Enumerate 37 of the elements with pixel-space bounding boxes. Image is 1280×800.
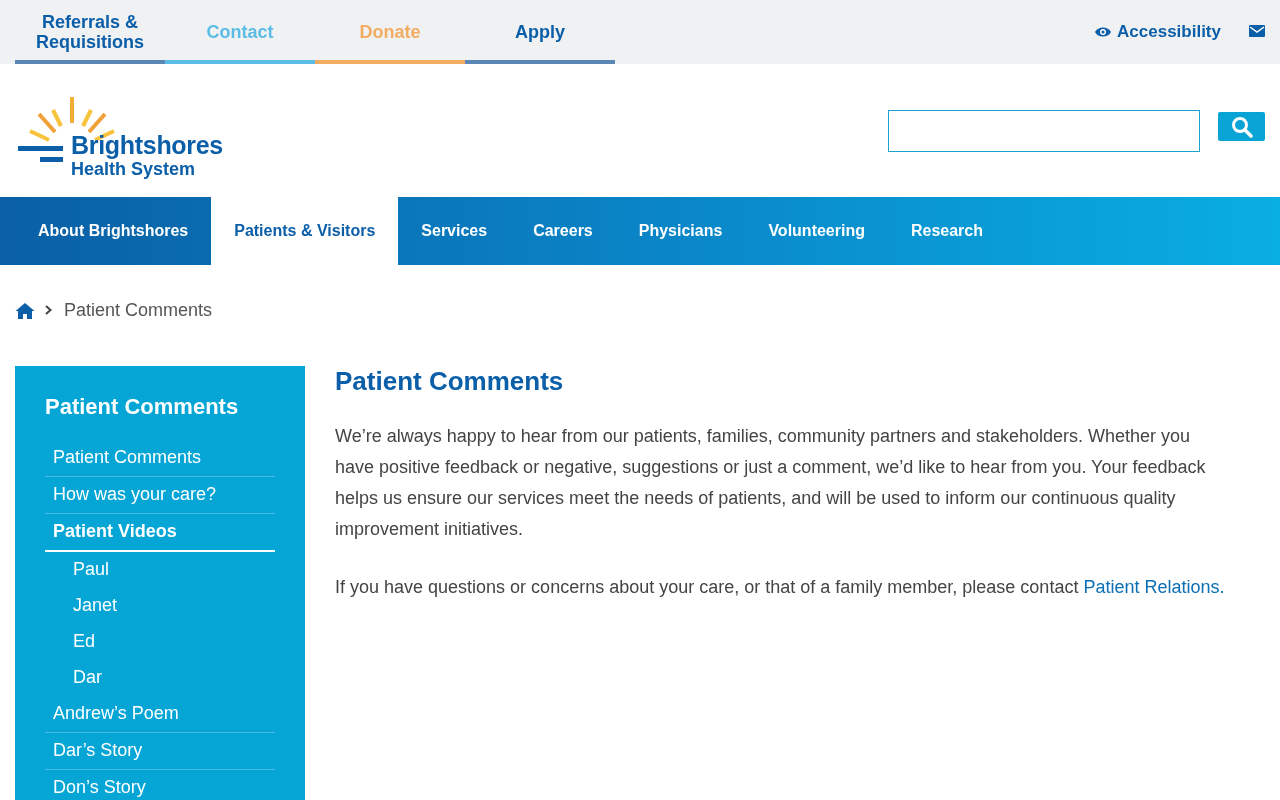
utility-link[interactable]: Referrals & Requisitions	[15, 0, 165, 64]
utility-link[interactable]: Apply	[465, 0, 615, 64]
sidebar-link[interactable]: Don’s Story	[45, 770, 275, 800]
search-icon	[1230, 115, 1253, 138]
logo-name: Brightshores	[71, 131, 223, 158]
search-button[interactable]	[1218, 112, 1265, 141]
logo-tagline: Health System	[71, 158, 196, 180]
breadcrumb-item: Patient Comments	[64, 299, 213, 321]
home-icon[interactable]	[15, 301, 35, 319]
search-field[interactable]	[888, 109, 1200, 152]
sidebar-title: Patient Comments	[45, 394, 240, 420]
sidebar-sublink[interactable]: Dar	[45, 660, 275, 696]
nav-tab[interactable]: Physicians	[615, 197, 746, 265]
nav-tab[interactable]: Volunteering	[745, 197, 888, 265]
utility-link[interactable]: Donate	[315, 0, 465, 64]
nav-tab[interactable]: About Brightshores	[0, 197, 212, 265]
paragraph: If you have questions or concerns about your care, or that of a family member, please contact Patient Relations.	[335, 576, 1225, 599]
patient-relations-link[interactable]: Patient Relations.	[1083, 577, 1225, 597]
sidebar-sublink[interactable]: Ed	[45, 624, 275, 660]
chevron-icon	[45, 305, 52, 315]
sidebar-link[interactable]: Andrew’s Poem	[45, 696, 275, 733]
sidebar-link[interactable]: Patient Comments	[45, 440, 275, 477]
page-title: Patient Comments	[335, 366, 565, 397]
utility-link[interactable]: Contact	[165, 0, 315, 64]
nav-tab[interactable]: Careers	[510, 197, 616, 265]
nav-tab[interactable]: Research	[887, 197, 1006, 265]
nav-tab[interactable]: Patients & Visitors	[211, 197, 399, 265]
paragraph: We’re always happy to hear from our patients, families, community partners and stakeholders. Whether you have positive feedback or negative, suggestions or just a comment, we’d like to hear from you. Your feedback helps us ensure our services meet the needs of patients, and will be used to inform our continuous quality improvement initiatives.	[335, 425, 1207, 541]
nav-tab[interactable]: Services	[398, 197, 511, 265]
sidebar-sublink[interactable]: Janet	[45, 588, 275, 624]
eye-icon	[1094, 26, 1113, 38]
mail-icon[interactable]	[1249, 25, 1265, 37]
accessibility-link[interactable]: Accessibility	[1094, 0, 1221, 64]
sidebar-sublink[interactable]: Paul	[45, 552, 275, 588]
sidebar-link[interactable]: How was your care?	[45, 477, 275, 514]
sidebar-link[interactable]: Patient Videos	[45, 514, 275, 552]
sidebar-link[interactable]: Dar’s Story	[45, 733, 275, 770]
